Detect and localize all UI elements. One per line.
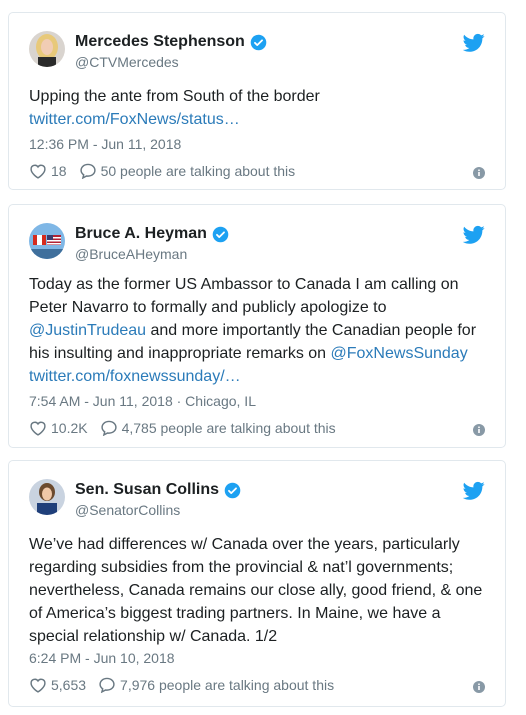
like-button[interactable]: 18 — [29, 163, 67, 179]
info-icon[interactable] — [473, 681, 485, 693]
tweet-header: Mercedes Stephenson @CTVMercedes — [29, 31, 485, 71]
twitter-bird-icon[interactable] — [463, 481, 485, 501]
verified-badge-icon — [224, 482, 241, 498]
tweet-header: Sen. Susan Collins @SenatorCollins — [29, 479, 485, 519]
author-name[interactable]: Mercedes Stephenson — [75, 33, 245, 51]
tweet-link[interactable]: twitter.com/foxnewssunday/… — [29, 368, 241, 385]
tweet-link[interactable]: twitter.com/FoxNews/status… — [29, 111, 240, 128]
verified-badge-icon — [212, 226, 229, 242]
author-name[interactable]: Bruce A. Heyman — [75, 225, 207, 243]
tweet-header: Bruce A. Heyman @BruceAHeyman — [29, 223, 485, 263]
tweet-text-line: Today as the former US Ambassor to Canad… — [29, 276, 459, 293]
talking-count: 50 people are talking about this — [100, 163, 296, 179]
tweet-text-line: regarding subsidies from the provincial … — [29, 559, 454, 576]
tweet-text-line: of America’s biggest trading partners. I… — [29, 605, 441, 622]
like-count: 10.2K — [51, 420, 88, 436]
reply-button[interactable]: 7,976 people are talking about this — [98, 677, 334, 693]
tweet-actions: 18 50 people are talking about this — [29, 161, 485, 181]
tweet-text: We’ve had differences w/ Canada over the… — [29, 533, 485, 648]
heart-icon — [30, 678, 46, 693]
like-button[interactable]: 10.2K — [29, 420, 88, 436]
verified-badge-icon — [250, 34, 267, 50]
tweet-text: Upping the ante from South of the border… — [29, 85, 485, 131]
tweet-card[interactable]: Sen. Susan Collins @SenatorCollins We’ve… — [8, 460, 506, 707]
twitter-bird-icon[interactable] — [463, 33, 485, 53]
reply-bubble-icon — [99, 677, 115, 693]
reply-button[interactable]: 50 people are talking about this — [79, 163, 296, 179]
tweet-text-line: special relationship w/ Canada. 1/2 — [29, 628, 278, 645]
heart-icon — [30, 164, 46, 179]
like-count: 5,653 — [51, 677, 87, 693]
tweet-text-line: Peter Navarro to formally and publicly a… — [29, 299, 387, 316]
like-count: 18 — [51, 163, 67, 179]
tweet-text-segment: and more importantly the Canadian people… — [150, 322, 477, 339]
tweet-text-line: Upping the ante from South of the border — [29, 88, 320, 105]
author-handle[interactable]: @SenatorCollins — [75, 502, 180, 518]
like-button[interactable]: 5,653 — [29, 677, 86, 693]
mention-link[interactable]: @FoxNewsSunday — [331, 345, 468, 362]
tweet-timestamp[interactable]: 7:54 AM - Jun 11, 2018 · Chicago, IL — [29, 393, 256, 409]
info-icon[interactable] — [473, 167, 485, 179]
tweet-timestamp[interactable]: 6:24 PM - Jun 10, 2018 — [29, 650, 175, 666]
reply-bubble-icon — [79, 163, 96, 179]
reply-bubble-icon — [100, 420, 117, 436]
tweet-text-line: nevertheless, Canada remains our close a… — [29, 582, 483, 599]
avatar[interactable] — [29, 31, 65, 67]
author-handle[interactable]: @BruceAHeyman — [75, 246, 187, 262]
tweet-text-segment: his insulting and inappropriate remarks … — [29, 345, 327, 362]
heart-icon — [30, 421, 46, 436]
tweet-card[interactable]: Bruce A. Heyman @BruceAHeyman Today as t… — [8, 204, 506, 448]
author-name[interactable]: Sen. Susan Collins — [75, 481, 219, 499]
talking-count: 4,785 people are talking about this — [121, 420, 336, 436]
tweet-text: Today as the former US Ambassor to Canad… — [29, 273, 485, 388]
tweet-card[interactable]: Mercedes Stephenson @CTVMercedes Upping … — [8, 12, 506, 190]
avatar[interactable] — [29, 479, 65, 515]
mention-link[interactable]: @JustinTrudeau — [29, 322, 146, 339]
twitter-bird-icon[interactable] — [463, 225, 485, 245]
tweet-actions: 5,653 7,976 people are talking about thi… — [29, 675, 485, 695]
author-handle[interactable]: @CTVMercedes — [75, 54, 179, 70]
avatar[interactable] — [29, 223, 65, 259]
info-icon[interactable] — [473, 424, 485, 436]
tweet-text-line: We’ve had differences w/ Canada over the… — [29, 536, 460, 553]
tweet-timestamp[interactable]: 12:36 PM - Jun 11, 2018 — [29, 136, 181, 152]
reply-button[interactable]: 4,785 people are talking about this — [100, 420, 336, 436]
talking-count: 7,976 people are talking about this — [120, 677, 335, 693]
tweet-actions: 10.2K 4,785 people are talking about thi… — [29, 418, 485, 438]
